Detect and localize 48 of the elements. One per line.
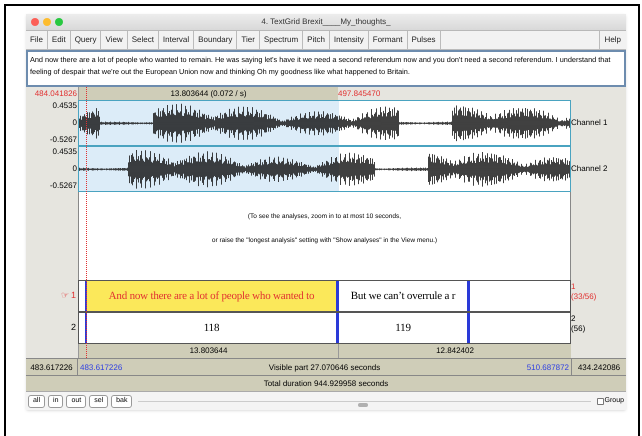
menu-item[interactable]: Spectrum	[260, 31, 304, 49]
menu-item[interactable]: Interval	[158, 31, 194, 49]
tier-count: (33/56)	[571, 292, 596, 302]
channel-label: Channel 2	[571, 163, 608, 175]
close-icon[interactable]	[31, 18, 39, 26]
view-start-time: 483.617226	[80, 362, 122, 374]
group-checkbox[interactable]	[596, 398, 604, 404]
amplitude-zero: 0	[72, 164, 77, 174]
selection-end-time: 497.845470	[338, 89, 380, 98]
total-duration-bar[interactable]: Total duration 944.929958 seconds	[26, 375, 626, 391]
amplitude-max: 0.4535	[52, 101, 77, 111]
minimize-icon[interactable]	[43, 18, 51, 26]
menu-item[interactable]: Formant	[368, 31, 408, 49]
tier-side-number: 1	[571, 282, 576, 292]
view-end-time: 510.687872	[526, 362, 569, 374]
tier-side-number: 2	[571, 314, 576, 324]
interval-duration[interactable]: 13.803644	[78, 344, 338, 358]
waveform[interactable]	[78, 146, 571, 192]
window-title: 4. TextGrid Brexit____My_thoughts_	[261, 16, 391, 28]
tier-number[interactable]: 2	[70, 321, 76, 335]
menu-item[interactable]: Select	[128, 31, 159, 49]
menu-item[interactable]: Tier	[237, 31, 260, 49]
interval-duration[interactable]: 12.842402	[338, 344, 571, 358]
amplitude-min: -0.5267	[50, 135, 77, 145]
menu-item[interactable]: Intensity	[330, 31, 369, 49]
visible-part-label: Visible part 27.070646 seconds	[268, 362, 380, 374]
tier-interval[interactable]: And now there are a lot of people who wanted to	[87, 281, 339, 311]
menu-item[interactable]: File	[26, 31, 48, 49]
channel-label: Channel 1	[571, 117, 608, 129]
cursor-time: 484.041826	[34, 89, 77, 98]
pointer-hand-icon: ☞	[60, 289, 69, 303]
menu-item[interactable]: Help	[598, 31, 626, 49]
amplitude-min: -0.5267	[50, 181, 77, 191]
amplitude-max: 0.4535	[52, 147, 77, 157]
tier-number[interactable]: 1	[70, 289, 76, 303]
amplitude-zero: 0	[72, 118, 77, 128]
tier-count: (56)	[571, 324, 586, 334]
selection-duration[interactable]: 13.803644 (0.072 / s)	[78, 87, 338, 100]
zoom-icon[interactable]	[55, 18, 63, 26]
waveform[interactable]	[78, 100, 571, 146]
menu-item[interactable]: Edit	[48, 31, 71, 49]
menu-item[interactable]: View	[101, 31, 128, 49]
menu-item[interactable]: Boundary	[194, 31, 238, 49]
scrollbar-track[interactable]	[138, 400, 591, 402]
menu-item[interactable]: Pitch	[303, 31, 330, 49]
menu-item[interactable]: Pulses	[408, 31, 441, 49]
menu-item[interactable]: Query	[70, 31, 102, 49]
scrollbar-thumb[interactable]	[358, 402, 368, 406]
